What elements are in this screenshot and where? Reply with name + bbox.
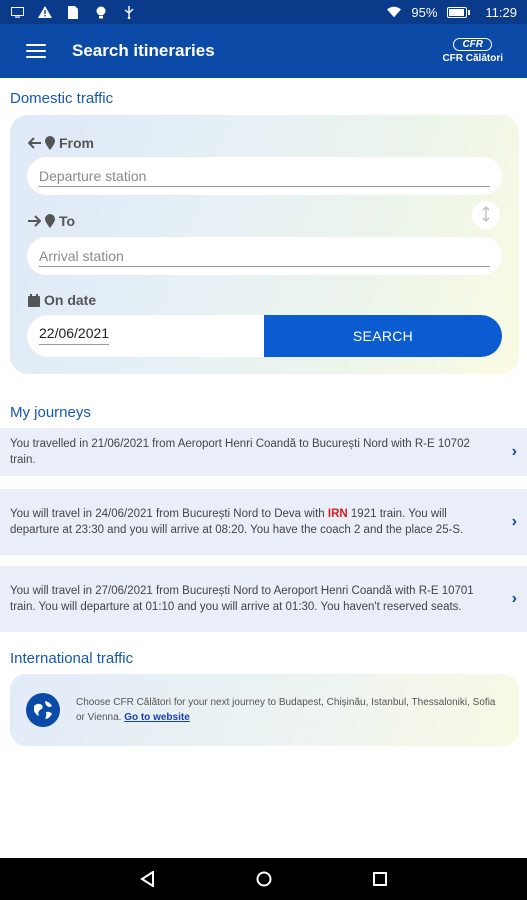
- journey-item[interactable]: You will travel in 24/06/2021 from Bucur…: [0, 489, 527, 555]
- journeys-section-title: My journeys: [10, 404, 91, 421]
- international-text: Choose CFR Călători for your next journe…: [76, 697, 496, 723]
- to-label-row: To: [28, 213, 75, 229]
- logo-brand: CFR Călători: [442, 53, 503, 64]
- departure-station-input[interactable]: [39, 165, 490, 187]
- journey-text: You will travel in 27/06/2021 from Bucur…: [10, 585, 474, 613]
- chevron-right-icon: ›: [511, 590, 517, 607]
- app-bar: Search itineraries CFR CFR Călători: [0, 24, 527, 78]
- wifi-icon: [387, 5, 402, 19]
- journey-text: You travelled in 21/06/2021 from Aeropor…: [10, 438, 470, 466]
- usb-icon: [122, 5, 136, 19]
- bulb-icon: [94, 5, 108, 19]
- screen-icon: [10, 5, 24, 19]
- swap-stations-button[interactable]: [472, 201, 500, 229]
- system-nav-bar: [0, 858, 527, 900]
- from-label-row: From: [28, 135, 94, 151]
- location-pin-icon: [45, 136, 55, 150]
- menu-icon[interactable]: [26, 44, 46, 58]
- arrival-station-input[interactable]: [39, 245, 490, 267]
- date-label: On date: [44, 292, 97, 308]
- location-pin-icon: [45, 214, 55, 228]
- recents-icon[interactable]: [370, 869, 390, 889]
- train-category: R-E: [418, 585, 439, 597]
- train-category: R-E: [414, 438, 435, 450]
- search-button[interactable]: SEARCH: [264, 315, 502, 357]
- international-section-title: International traffic: [10, 650, 134, 667]
- arrow-right-icon: [28, 215, 41, 227]
- status-bar: 95% 11:29: [0, 0, 527, 24]
- arrow-left-icon: [28, 137, 41, 149]
- back-icon[interactable]: [138, 869, 158, 889]
- date-label-row: On date: [28, 292, 96, 308]
- from-field[interactable]: [27, 157, 502, 195]
- home-icon[interactable]: [254, 869, 274, 889]
- logo-mark: CFR: [453, 38, 492, 51]
- globe-icon: [26, 693, 60, 727]
- page-title: Search itineraries: [72, 41, 215, 60]
- chevron-right-icon: ›: [511, 443, 517, 460]
- journey-text: You will travel in 24/06/2021 from Bucur…: [10, 508, 464, 536]
- international-card: Choose CFR Călători for your next journe…: [10, 674, 519, 746]
- battery-icon: [447, 6, 471, 18]
- cfr-logo: CFR CFR Călători: [442, 38, 503, 64]
- to-field[interactable]: [27, 237, 502, 275]
- calendar-icon: [28, 293, 40, 307]
- journey-item[interactable]: You travelled in 21/06/2021 from Aeropor…: [0, 428, 527, 476]
- sim-icon: [66, 5, 80, 19]
- domestic-section-title: Domestic traffic: [10, 90, 114, 107]
- go-to-website-link[interactable]: Go to website: [124, 712, 190, 723]
- battery-percent: 95%: [411, 4, 438, 20]
- to-label: To: [59, 213, 76, 229]
- clock: 11:29: [485, 4, 517, 20]
- domestic-search-card: From To On date 22/06/2021 SEARCH: [10, 115, 519, 374]
- date-search-row: 22/06/2021 SEARCH: [27, 315, 502, 357]
- chevron-right-icon: ›: [511, 513, 517, 530]
- swap-vertical-icon: [482, 205, 490, 225]
- train-category: IRN: [327, 508, 348, 520]
- warning-icon: [38, 5, 52, 19]
- date-field[interactable]: 22/06/2021: [39, 325, 110, 345]
- journey-item[interactable]: You will travel in 27/06/2021 from Bucur…: [0, 566, 527, 632]
- from-label: From: [59, 135, 94, 151]
